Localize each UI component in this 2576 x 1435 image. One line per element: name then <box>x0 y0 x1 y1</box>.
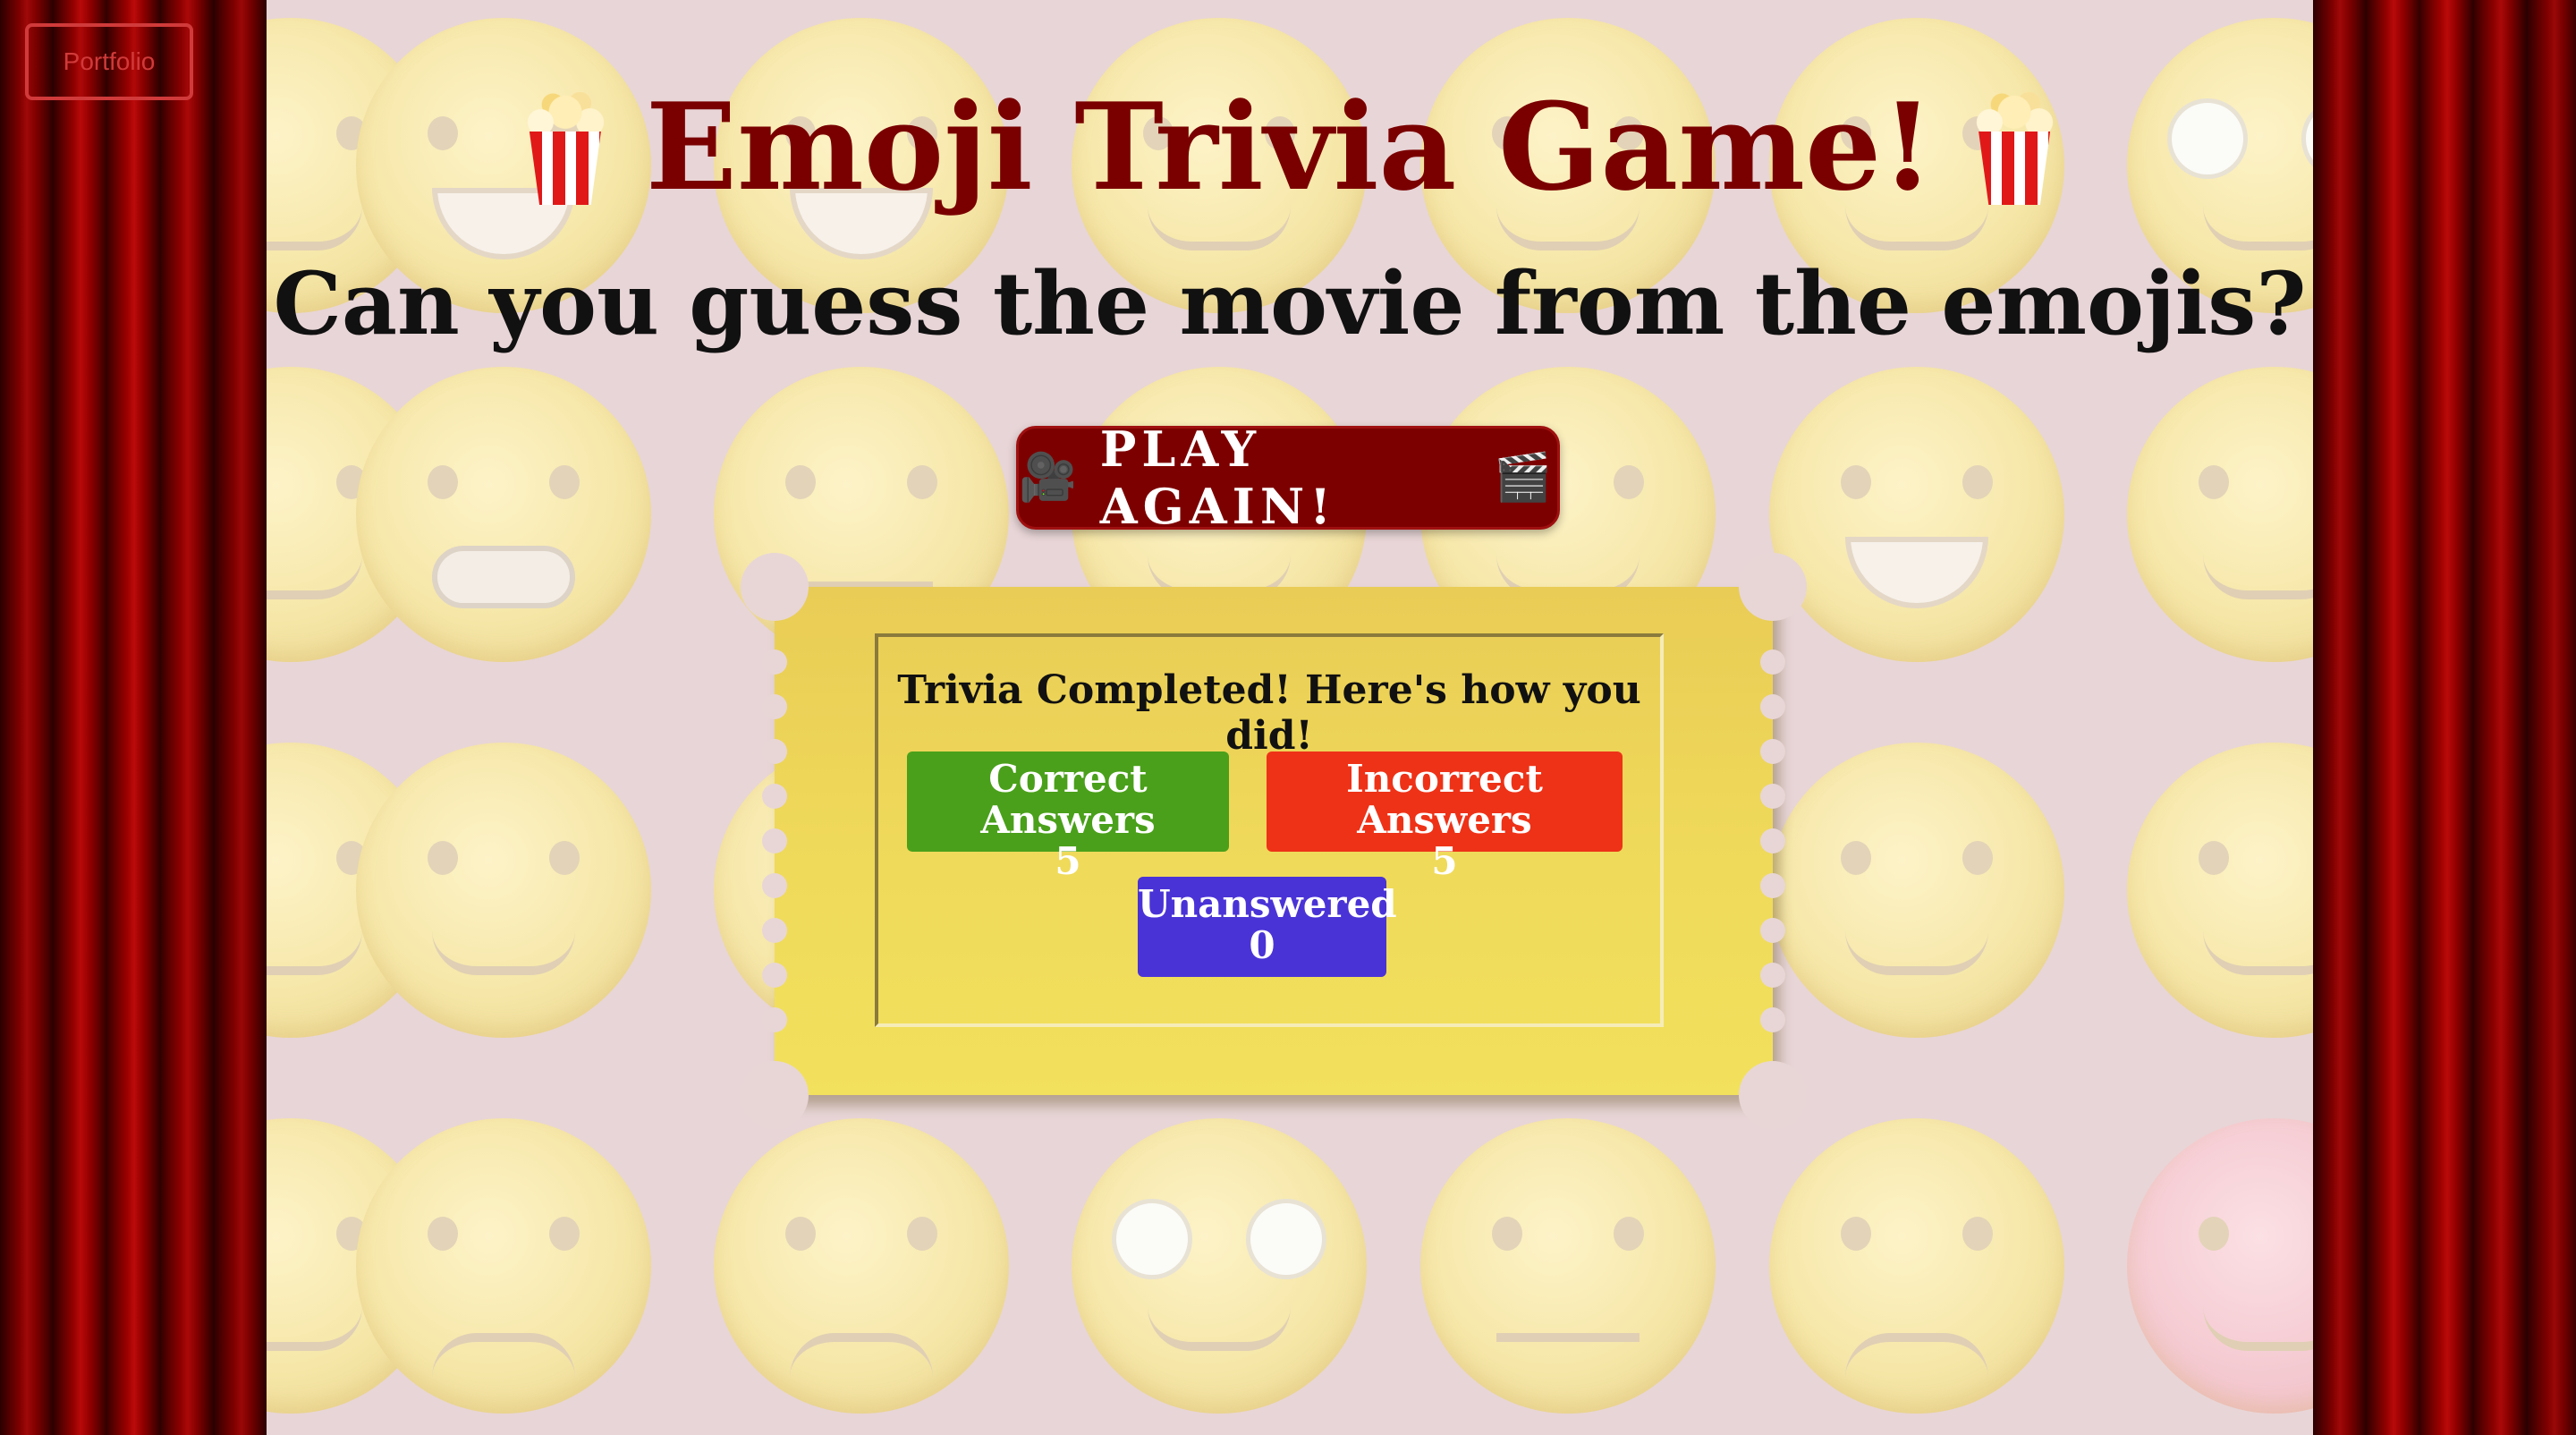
ticket-scallop <box>1760 1007 1785 1032</box>
ticket-scallop <box>1760 873 1785 898</box>
emoji-face-icon <box>2127 743 2313 1038</box>
ticket-scallop <box>762 873 787 898</box>
ticket-scallop <box>1760 739 1785 764</box>
emoji-face-icon <box>2127 1118 2313 1414</box>
right-curtain <box>2313 0 2576 1435</box>
emoji-face-icon <box>1420 1118 1716 1414</box>
ticket-scallop <box>1760 828 1785 853</box>
ticket-scallop <box>762 694 787 719</box>
ticket-scallop <box>762 1007 787 1032</box>
play-again-label: PLAY AGAIN! <box>1099 420 1336 535</box>
movie-camera-icon: 🎥 <box>1019 450 1082 505</box>
results-heading: Trivia Completed! Here's how you did! <box>897 667 1641 759</box>
left-curtain <box>0 0 267 1435</box>
ticket-scallop <box>1760 963 1785 988</box>
ticket-scallop <box>1760 694 1785 719</box>
correct-answers-badge: Correct Answers 5 <box>907 751 1229 882</box>
incorrect-answers-badge: Incorrect Answers 5 <box>1267 751 1623 882</box>
unanswered-label: Unanswered <box>1138 882 1397 926</box>
page-subtitle: Can you guess the movie from the emojis? <box>273 253 2307 354</box>
emoji-face-icon <box>356 743 651 1038</box>
ticket-notch <box>1739 1061 1807 1129</box>
popcorn-icon <box>521 89 610 205</box>
popcorn-icon <box>1970 89 2059 205</box>
portfolio-button[interactable]: Portfolio <box>25 23 193 100</box>
ticket-scallop <box>762 650 787 675</box>
ticket-scallop <box>1760 650 1785 675</box>
clapper-board-icon: 🎬 <box>1494 450 1557 505</box>
emoji-face-icon <box>1072 1118 1367 1414</box>
unanswered-count: 0 <box>1249 923 1275 967</box>
emoji-face-icon <box>714 1118 1009 1414</box>
ticket-notch <box>741 553 809 621</box>
ticket-scallop <box>762 784 787 809</box>
unanswered-badge: Unanswered 0 <box>1138 877 1397 977</box>
ticket-scallop <box>1760 918 1785 943</box>
emoji-face-icon <box>356 1118 651 1414</box>
results-ticket: Trivia Completed! Here's how you did! Co… <box>741 553 1807 1129</box>
incorrect-answers-label: Incorrect Answers <box>1346 757 1543 842</box>
emoji-face-icon <box>1769 1118 2064 1414</box>
emoji-face-icon <box>2127 367 2313 662</box>
ticket-notch <box>741 1061 809 1129</box>
emoji-face-icon <box>1769 367 2064 662</box>
results-panel: Trivia Completed! Here's how you did! Co… <box>875 633 1664 1027</box>
correct-answers-label: Correct Answers <box>980 757 1156 842</box>
emoji-face-icon <box>356 367 651 662</box>
play-again-button[interactable]: 🎥 PLAY AGAIN! 🎬 <box>1016 420 1560 535</box>
ticket-scallop <box>762 828 787 853</box>
ticket-scallop <box>1760 784 1785 809</box>
page-title: Emoji Trivia Game! <box>267 75 2313 218</box>
page-title-text: Emoji Trivia Game! <box>645 76 1935 217</box>
ticket-scallop <box>762 739 787 764</box>
ticket-scallop <box>762 918 787 943</box>
ticket-notch <box>1739 553 1807 621</box>
ticket-scallop <box>762 963 787 988</box>
emoji-face-icon <box>1769 743 2064 1038</box>
